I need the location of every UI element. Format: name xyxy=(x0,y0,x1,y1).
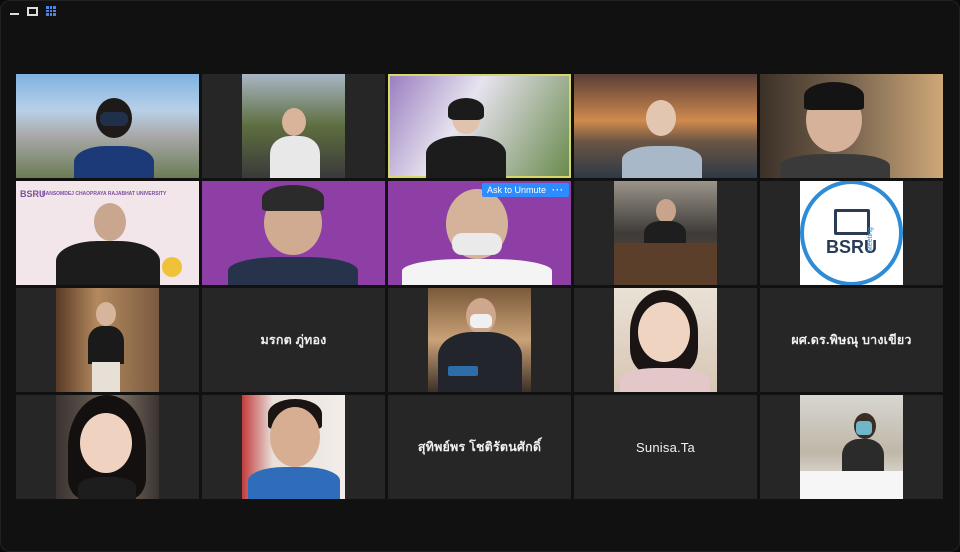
participant-body xyxy=(248,467,340,499)
video-tile[interactable] xyxy=(202,181,385,285)
window-controls xyxy=(10,6,56,16)
video-feed xyxy=(242,395,345,499)
participant-body xyxy=(56,241,160,285)
name-tile[interactable]: ผศ.ดร.พิษณุ บางเขียว xyxy=(760,288,943,392)
participant-body xyxy=(78,477,136,499)
video-tile[interactable] xyxy=(760,74,943,178)
participant-grid: BSRU BANSOMDEJ CHAOPRAYA RAJABHAT UNIVER… xyxy=(16,74,944,499)
video-tile[interactable] xyxy=(388,288,571,392)
participant-head xyxy=(80,413,132,473)
video-feed xyxy=(574,74,757,178)
table xyxy=(614,243,717,285)
gallery-view-icon[interactable] xyxy=(46,6,56,16)
participant-legs xyxy=(92,362,120,392)
face-mask xyxy=(470,314,492,328)
video-tile[interactable] xyxy=(202,395,385,499)
ask-to-unmute-button[interactable]: Ask to Unmute ··· xyxy=(481,183,569,197)
participant-body xyxy=(438,332,522,392)
zoom-window: BSRU BANSOMDEJ CHAOPRAYA RAJABHAT UNIVER… xyxy=(0,0,960,552)
participant-name: ผศ.ดร.พิษณุ บางเขียว xyxy=(791,333,912,347)
participant-body xyxy=(426,136,506,178)
virtual-background: BSRU BANSOMDEJ CHAOPRAYA RAJABHAT UNIVER… xyxy=(16,181,199,285)
video-feed xyxy=(800,395,903,499)
video-tile[interactable] xyxy=(16,395,199,499)
participant-name: Sunisa.Ta xyxy=(636,439,695,455)
video-feed xyxy=(56,395,159,499)
slide-badge-icon xyxy=(162,257,182,277)
participant-head xyxy=(656,199,676,223)
video-tile[interactable] xyxy=(202,74,385,178)
participant-body xyxy=(620,368,710,392)
video-feed xyxy=(614,288,717,392)
participant-name: สุทิพย์พร โชติรัตนศักดิ์ xyxy=(417,440,542,454)
video-feed xyxy=(428,288,531,392)
video-tile[interactable] xyxy=(574,181,757,285)
video-feed xyxy=(56,288,159,392)
video-feed xyxy=(16,74,199,178)
virtual-background xyxy=(202,181,385,285)
face-mask xyxy=(856,421,872,435)
participant-name: มรกต ภู่ทอง xyxy=(260,333,327,347)
participant-head xyxy=(96,302,116,326)
name-tile[interactable]: มรกต ภู่ทอง xyxy=(202,288,385,392)
video-feed xyxy=(614,181,717,285)
participant-body xyxy=(780,154,890,178)
video-tile[interactable] xyxy=(16,74,199,178)
video-feed xyxy=(760,74,943,178)
participant-body xyxy=(88,326,124,364)
video-tile[interactable]: BSRU BANSOMDEJ CHAOPRAYA RAJABHAT UNIVER… xyxy=(16,181,199,285)
participant-hair xyxy=(804,82,864,110)
bsru-meeting-logo: BSRU Meeting xyxy=(800,181,903,285)
participant-body xyxy=(74,146,154,178)
face-mask xyxy=(100,112,128,126)
participant-body xyxy=(270,136,320,178)
avatar-image: BSRU Meeting xyxy=(800,181,903,285)
video-tile[interactable] xyxy=(760,395,943,499)
minimize-icon[interactable] xyxy=(10,7,19,15)
restore-icon[interactable] xyxy=(27,6,38,16)
video-feed xyxy=(242,74,345,178)
participant-hair xyxy=(448,98,484,120)
ask-to-unmute-label: Ask to Unmute xyxy=(486,185,546,195)
video-feed xyxy=(390,76,569,178)
video-tile[interactable]: BSRU Meeting xyxy=(760,181,943,285)
video-tile-active-speaker[interactable] xyxy=(388,74,571,178)
logo-subtext: Meeting xyxy=(867,227,875,252)
participant-head xyxy=(646,100,676,136)
face-mask xyxy=(452,233,502,255)
participant-body xyxy=(402,259,552,285)
name-tile[interactable]: Sunisa.Ta xyxy=(574,395,757,499)
participant-head xyxy=(282,108,306,136)
participant-head xyxy=(94,203,126,241)
participant-head xyxy=(638,302,690,362)
tablet xyxy=(448,366,478,376)
desk xyxy=(800,471,903,499)
monitor-icon xyxy=(833,208,870,235)
participant-head xyxy=(270,407,320,467)
participant-body xyxy=(228,257,358,285)
video-tile[interactable] xyxy=(574,74,757,178)
name-tile[interactable]: สุทิพย์พร โชติรัตนศักดิ์ xyxy=(388,395,571,499)
slide-title: BANSOMDEJ CHAOPRAYA RAJABHAT UNIVERSITY xyxy=(42,191,167,197)
video-tile[interactable]: Ask to Unmute ··· xyxy=(388,181,571,285)
participant-hair xyxy=(262,185,324,211)
video-tile[interactable] xyxy=(574,288,757,392)
more-options-icon[interactable]: ··· xyxy=(552,185,564,195)
video-tile[interactable] xyxy=(16,288,199,392)
participant-body xyxy=(622,146,702,178)
